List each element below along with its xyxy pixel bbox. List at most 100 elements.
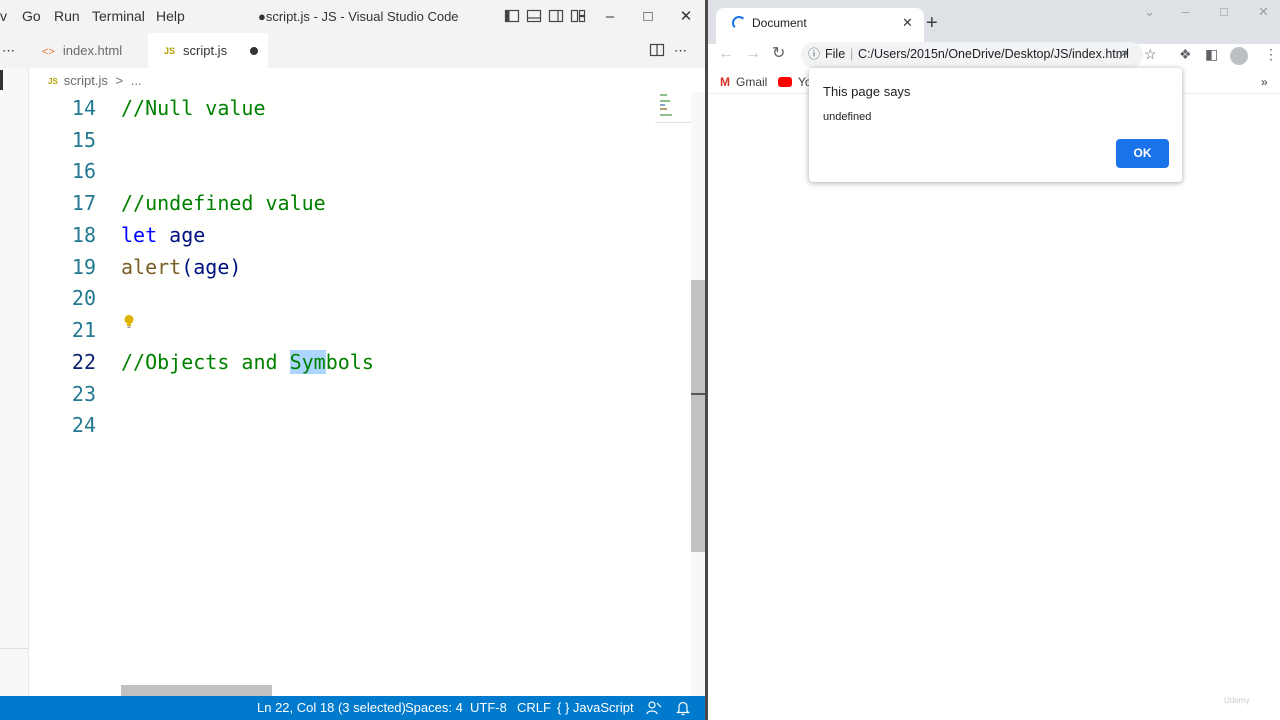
line-number: 17 (71, 191, 96, 215)
code-text: //Objects and Symbols (121, 346, 374, 378)
breadcrumb-separator: > (115, 73, 124, 88)
bookmark-youtube[interactable]: Yo (778, 70, 812, 94)
keyword-let: let (121, 223, 158, 247)
chrome-close-icon[interactable]: ✕ (1258, 4, 1269, 20)
menu-terminal[interactable]: Terminal (92, 0, 145, 33)
editor-tabbar: ⋯ <> index.html JS script.js ⋯ (0, 33, 705, 68)
toggle-primary-sidebar-icon[interactable] (504, 8, 520, 24)
code-editor[interactable]: 14 //Null value 15 16 17 //undefined value… (30, 92, 690, 696)
feedback-icon[interactable] (646, 700, 662, 716)
alert-dialog-title: This page says (823, 84, 911, 99)
unsaved-dot-icon[interactable] (250, 47, 258, 55)
line-number: 21 (71, 318, 96, 342)
code-text: let age (121, 219, 205, 251)
browser-tab-title: Document (752, 16, 807, 30)
line-number: 14 (71, 96, 96, 120)
chrome-minimize-icon[interactable]: – (1182, 4, 1189, 19)
status-encoding[interactable]: UTF-8 (470, 696, 507, 720)
line-number: 18 (71, 223, 96, 247)
activity-bar (0, 68, 29, 696)
share-icon[interactable]: ↗ (1117, 44, 1129, 70)
minimap[interactable] (655, 92, 691, 696)
line-number: 24 (71, 413, 96, 437)
maximize-icon[interactable]: □ (633, 0, 663, 33)
tab-index-html[interactable]: <> index.html (30, 33, 148, 68)
site-info-icon[interactable]: ⓘ (808, 42, 820, 66)
menu-run[interactable]: Run (54, 0, 80, 33)
loading-spinner-icon (732, 16, 746, 30)
menu-help[interactable]: Help (156, 0, 185, 33)
customize-layout-icon[interactable] (570, 8, 586, 24)
status-indentation[interactable]: Spaces: 4 (405, 696, 463, 720)
minimap-line (660, 114, 672, 116)
variable-age: age (169, 223, 206, 247)
back-arrow-icon[interactable]: ← (718, 44, 734, 70)
udemy-watermark: Udemy (1224, 696, 1250, 705)
status-eol[interactable]: CRLF (517, 696, 551, 720)
browser-tab-document[interactable]: Document ✕ (716, 8, 924, 44)
minimize-icon[interactable]: – (595, 0, 625, 33)
toggle-secondary-sidebar-icon[interactable] (548, 8, 564, 24)
bookmarks-overflow-icon[interactable]: » (1261, 70, 1268, 94)
address-scheme: File (825, 47, 846, 61)
js-file-icon: JS (164, 46, 176, 56)
menu-view[interactable]: v (0, 0, 7, 33)
split-editor-icon[interactable] (649, 42, 665, 58)
code-text: alert(age) (121, 251, 241, 283)
vertical-scrollbar-thumb[interactable] (691, 280, 705, 552)
profile-avatar[interactable] (1230, 47, 1248, 65)
tab-label: script.js (183, 43, 228, 58)
status-cursor-position[interactable]: Ln 22, Col 18 (3 selected) (257, 696, 406, 720)
notifications-bell-icon[interactable] (676, 700, 690, 716)
vscode-window: v Go Run Terminal Help ●script.js - JS -… (0, 0, 705, 720)
close-icon[interactable]: ✕ (671, 0, 701, 33)
new-tab-icon[interactable]: + (926, 10, 938, 36)
tab-close-icon[interactable]: ✕ (902, 8, 913, 38)
paren-close: ) (229, 255, 242, 279)
chrome-window: Document ✕ + ⌄ – □ ✕ ← → ↻ ⓘ File | C:/U… (708, 0, 1280, 720)
editor-more-actions-icon[interactable]: ⋯ (674, 33, 698, 68)
chrome-maximize-icon[interactable]: □ (1220, 4, 1228, 19)
chrome-toolbar: ← → ↻ ⓘ File | C:/Users/2015n/OneDrive/D… (708, 42, 1280, 70)
extensions-puzzle-icon[interactable]: ❖ (1179, 44, 1192, 70)
minimap-line (660, 104, 665, 106)
ok-button[interactable]: OK (1116, 139, 1169, 168)
address-separator: | (850, 47, 854, 61)
line-number: 22 (71, 350, 96, 374)
comment-text: bols (325, 350, 374, 374)
minimap-line (660, 100, 670, 102)
forward-arrow-icon[interactable]: → (745, 44, 761, 70)
html-file-icon: <> (42, 46, 55, 58)
bookmark-label: Gmail (736, 75, 768, 89)
chrome-tabstrip: Document ✕ + ⌄ – □ ✕ (708, 0, 1280, 44)
address-bar[interactable]: ⓘ File | C:/Users/2015n/OneDrive/Desktop… (801, 42, 1143, 68)
window-title: ●script.js - JS - Visual Studio Code (258, 9, 459, 24)
tab-script-js[interactable]: JS script.js (148, 33, 268, 68)
side-panel-icon[interactable]: ◧ (1205, 44, 1218, 70)
alert-dialog: This page says undefined OK (809, 68, 1182, 182)
breadcrumb-more[interactable]: ... (131, 73, 142, 88)
tab-search-chevron-icon[interactable]: ⌄ (1144, 4, 1155, 20)
bookmark-star-icon[interactable]: ☆ (1144, 44, 1157, 70)
youtube-icon (778, 77, 792, 87)
statusbar: Ln 22, Col 18 (3 selected) Spaces: 4 UTF… (0, 696, 705, 720)
activity-indicator (0, 70, 3, 90)
line-number: 20 (71, 286, 96, 310)
breadcrumb-file[interactable]: script.js (64, 73, 108, 88)
line-number: 16 (71, 159, 96, 183)
status-language[interactable]: { } JavaScript (557, 696, 634, 720)
menu-go[interactable]: Go (22, 0, 41, 33)
chrome-menu-icon[interactable]: ⋮ (1264, 44, 1278, 70)
reload-icon[interactable]: ↻ (772, 44, 785, 70)
gmail-icon: M (720, 75, 730, 89)
toggle-panel-icon[interactable] (526, 8, 542, 24)
lightbulb-icon[interactable] (123, 314, 135, 330)
variable-age: age (193, 255, 230, 279)
selected-text: Sym (289, 350, 326, 374)
bookmark-gmail[interactable]: M Gmail (720, 70, 767, 94)
breadcrumb: JS script.js > ... (48, 70, 142, 92)
more-actions-icon[interactable]: ⋯ (0, 33, 30, 68)
horizontal-scrollbar-thumb[interactable] (121, 685, 272, 696)
function-alert: alert (121, 255, 182, 279)
minimap-slider (655, 122, 691, 123)
